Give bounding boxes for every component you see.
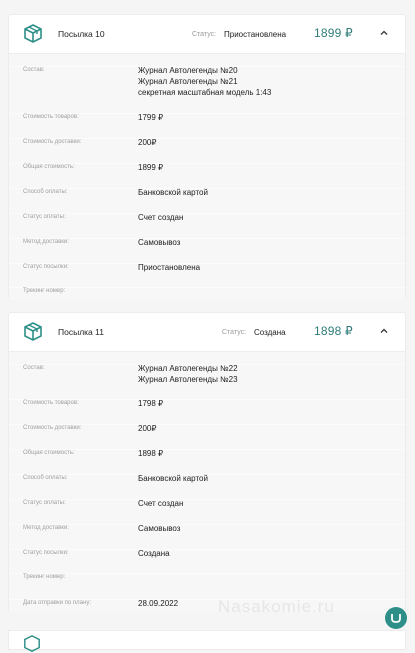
parcel-card: Посылка 11 Статус: Создана 1898 ₽ Состав…: [8, 312, 406, 612]
detail-row: Трекинг номер:: [9, 287, 405, 294]
detail-label: Способ оплаты:: [23, 189, 68, 195]
detail-value: Журнал Автолегенды №22 Журнал Автолегенд…: [138, 363, 238, 385]
detail-label: Трекинг номер:: [23, 288, 66, 294]
detail-label: Статус оплаты:: [23, 214, 66, 220]
detail-label: Стоимость товаров:: [23, 114, 79, 120]
detail-value: Банковской картой: [138, 474, 208, 483]
detail-label: Дата отправки по плану:: [23, 600, 91, 606]
detail-label: Состав:: [23, 67, 45, 73]
detail-value: Банковской картой: [138, 188, 208, 197]
parcel-title: Посылка 10: [58, 29, 105, 39]
composition-item: секретная масштабная модель 1:43: [138, 88, 272, 97]
detail-label: Статус оплаты:: [23, 500, 66, 506]
composition-item: Журнал Автолегенды №20: [138, 66, 238, 75]
detail-value: Создана: [138, 549, 170, 558]
chat-button[interactable]: [385, 607, 407, 629]
parcel-details: Состав: Журнал Автолегенды №20 Журнал Ав…: [9, 54, 405, 300]
detail-row: Метод доставки: Самовывоз: [9, 524, 405, 533]
status-value: Приостановлена: [224, 30, 287, 39]
detail-row: Дата отправки по плану: 28.09.2022: [9, 599, 405, 608]
detail-label: Общая стоимость:: [23, 164, 75, 170]
detail-value: Приостановлена: [138, 263, 201, 272]
detail-label: Статус посылки:: [23, 550, 69, 556]
detail-value: 1798 ₽: [138, 399, 164, 408]
parcel-card: Посылка 10 Статус: Приостановлена 1899 ₽…: [8, 14, 406, 300]
detail-row: Трекинг номер:: [9, 573, 405, 580]
detail-row: Способ оплаты: Банковской картой: [9, 474, 405, 483]
detail-row: Стоимость доставки: 200₽: [9, 424, 405, 433]
detail-label: Способ оплаты:: [23, 475, 68, 481]
watermark: Nasakomie.ru: [218, 597, 335, 616]
detail-value: Журнал Автолегенды №20 Журнал Автолегенд…: [138, 65, 271, 98]
composition-item: Журнал Автолегенды №22: [138, 364, 238, 373]
detail-row: Стоимость доставки: 200₽: [9, 138, 405, 147]
detail-row: Состав: Журнал Автолегенды №20 Журнал Ав…: [9, 66, 405, 97]
detail-row: Статус оплаты: Счет создан: [9, 499, 405, 508]
chevron-up-icon[interactable]: [379, 326, 389, 336]
detail-value: Самовывоз: [138, 238, 181, 247]
parcel-price: 1898 ₽: [314, 324, 353, 338]
box-icon: [24, 322, 42, 341]
chat-icon: [391, 614, 401, 623]
detail-row: Стоимость товаров: 1798 ₽: [9, 399, 405, 408]
detail-label: Общая стоимость:: [23, 450, 75, 456]
parcel-card-header[interactable]: Посылка 10 Статус: Приостановлена 1899 ₽: [9, 15, 405, 54]
detail-row: Статус посылки: Создана: [9, 549, 405, 558]
detail-row: Способ оплаты: Банковской картой: [9, 188, 405, 197]
box-icon: [24, 24, 42, 43]
composition-item: Журнал Автолегенды №23: [138, 375, 238, 384]
detail-row: Общая стоимость: 1899 ₽: [9, 163, 405, 172]
detail-label: Стоимость доставки:: [23, 139, 82, 145]
detail-label: Стоимость товаров:: [23, 400, 79, 406]
status-value: Создана: [254, 328, 286, 337]
detail-row: Метод доставки: Самовывоз: [9, 238, 405, 247]
detail-label: Метод доставки:: [23, 525, 69, 531]
detail-label: Состав:: [23, 365, 45, 371]
detail-value: 1899 ₽: [138, 163, 164, 172]
detail-label: Трекинг номер:: [23, 574, 66, 580]
detail-label: Метод доставки:: [23, 239, 69, 245]
detail-value: 200₽: [138, 138, 157, 147]
detail-value: Счет создан: [138, 213, 184, 222]
parcel-price: 1899 ₽: [314, 26, 353, 40]
status-label: Статус:: [192, 31, 217, 38]
detail-value: 200₽: [138, 424, 157, 433]
detail-value: 28.09.2022: [138, 599, 179, 608]
detail-label: Статус посылки:: [23, 264, 69, 270]
composition-item: Журнал Автолегенды №21: [138, 77, 238, 86]
detail-row: Статус оплаты: Счет создан: [9, 213, 405, 222]
chevron-up-icon[interactable]: [379, 28, 389, 38]
detail-row: Общая стоимость: 1898 ₽: [9, 449, 405, 458]
detail-value: Счет создан: [138, 499, 184, 508]
detail-row: Стоимость товаров: 1799 ₽: [9, 113, 405, 122]
detail-label: Стоимость доставки:: [23, 425, 82, 431]
detail-value: Самовывоз: [138, 524, 181, 533]
detail-row: Статус посылки: Приостановлена: [9, 263, 405, 272]
detail-value: 1799 ₽: [138, 113, 164, 122]
parcel-details: Состав: Журнал Автолегенды №22 Журнал Ав…: [9, 352, 405, 612]
status-label: Статус:: [222, 329, 247, 336]
parcel-card-partial: [8, 630, 406, 653]
parcel-title: Посылка 11: [58, 327, 104, 337]
parcel-card-header[interactable]: Посылка 11 Статус: Создана 1898 ₽: [9, 313, 405, 352]
detail-row: Состав: Журнал Автолегенды №22 Журнал Ав…: [9, 364, 405, 384]
detail-value: 1898 ₽: [138, 449, 164, 458]
